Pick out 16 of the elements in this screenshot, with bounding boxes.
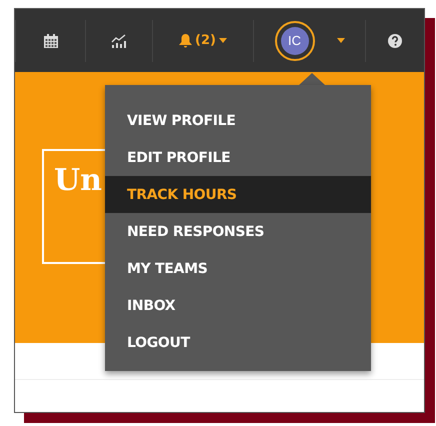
menu-item[interactable]: MY TEAMS [105, 250, 371, 287]
menu-item[interactable]: EDIT PROFILE [105, 139, 371, 176]
menu-item[interactable]: INBOX [105, 287, 371, 324]
logo-text: Un [54, 163, 102, 198]
bell-icon [179, 34, 192, 48]
user-avatar-button[interactable]: IC [274, 20, 314, 60]
menu-item[interactable]: TRACK HOURS [105, 176, 371, 213]
menu-item[interactable]: VIEW PROFILE [105, 102, 371, 139]
notifications-button[interactable]: (2) [179, 33, 227, 48]
calendar-icon[interactable] [44, 34, 58, 48]
menu-item[interactable]: LOGOUT [105, 324, 371, 361]
chart-icon[interactable] [111, 34, 127, 48]
menu-item[interactable]: NEED RESPONSES [105, 213, 371, 250]
help-icon[interactable] [388, 34, 402, 48]
caret-icon [218, 38, 227, 43]
caret-icon[interactable] [336, 38, 344, 43]
